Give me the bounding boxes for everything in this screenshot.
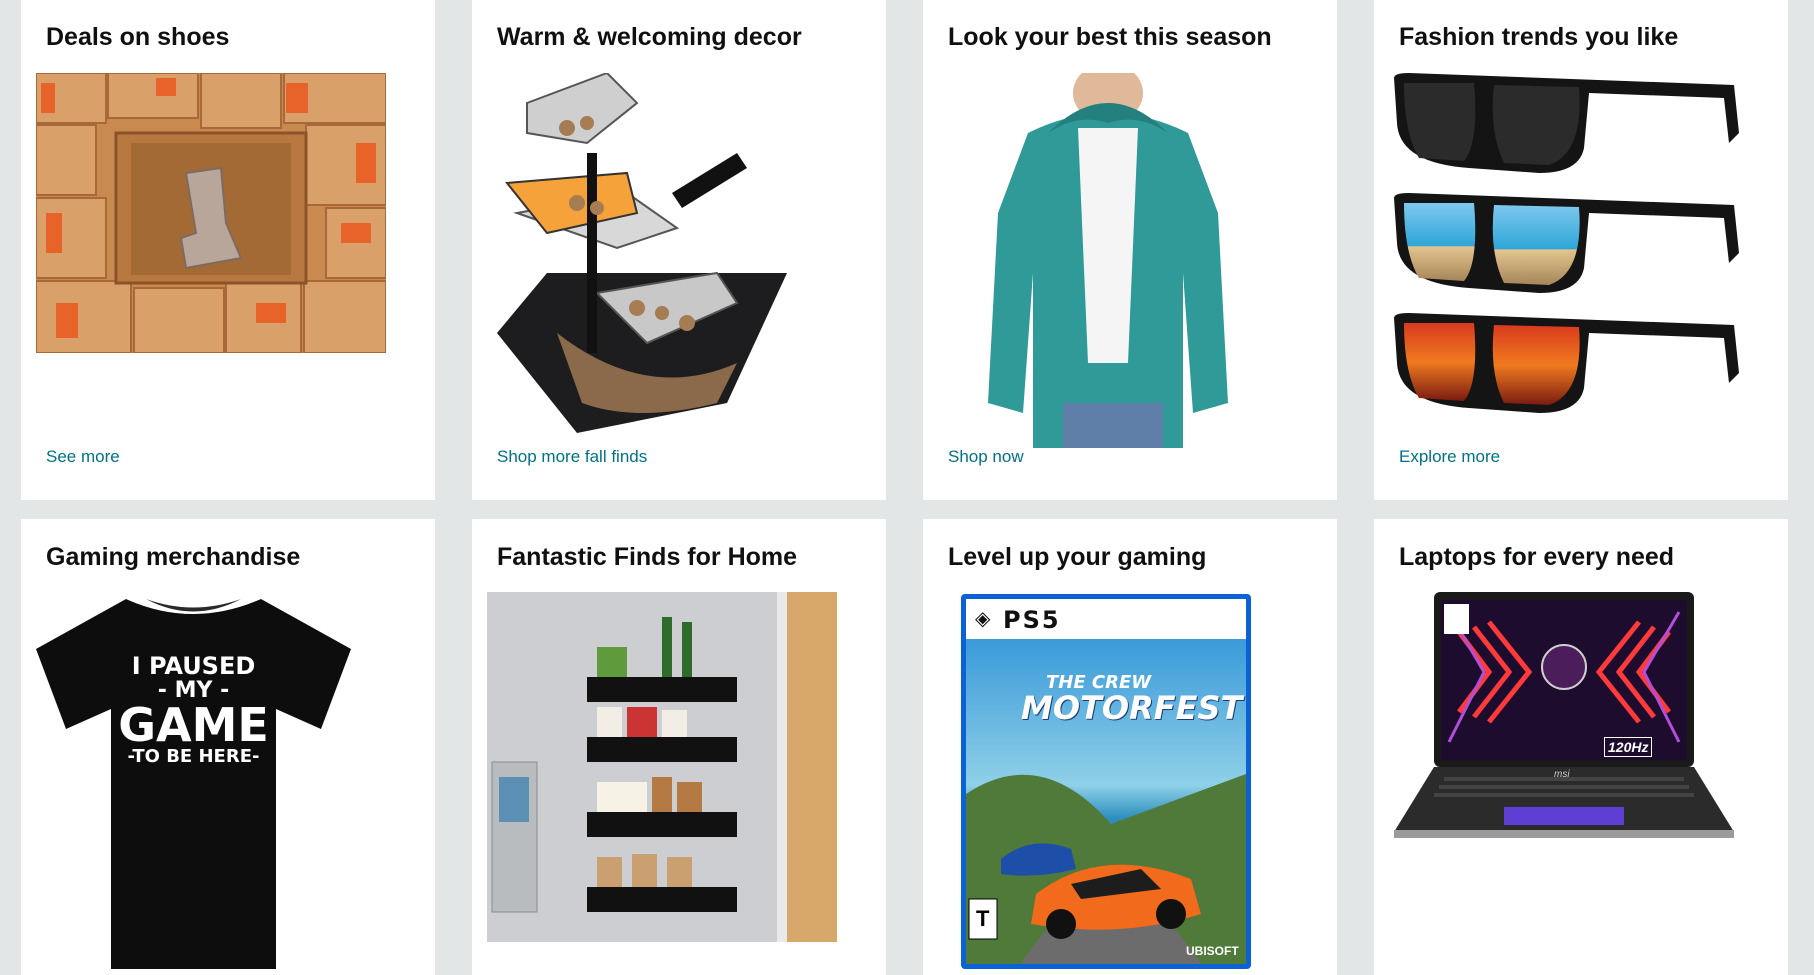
game-title-main: MOTORFEST: [1021, 689, 1243, 727]
tshirt-image[interactable]: I PAUSED - MY - GAME -TO BE HERE-: [36, 594, 351, 975]
see-more-link[interactable]: See more: [46, 447, 120, 467]
laptop-image[interactable]: 120Hz msi: [1389, 592, 1739, 842]
card-laptops[interactable]: Laptops for every need 120Hz msi: [1374, 519, 1788, 975]
card-title: Warm & welcoming decor: [497, 23, 802, 51]
sunglasses-image[interactable]: [1389, 73, 1749, 418]
card-warm-welcoming-decor[interactable]: Warm & welcoming decor Shop more fall fi…: [472, 0, 886, 500]
fridge-rack-image[interactable]: [487, 592, 837, 942]
card-title: Look your best this season: [948, 23, 1272, 51]
card-title: Gaming merchandise: [46, 543, 301, 571]
card-title: Fantastic Finds for Home: [497, 543, 798, 571]
card-level-up-gaming[interactable]: Level up your gaming PS5 ◈ THE CREW MOTO…: [923, 519, 1337, 975]
shop-now-link[interactable]: Shop now: [948, 447, 1024, 467]
hoodie-image[interactable]: [968, 73, 1248, 448]
tabletop-fountain-image[interactable]: [487, 73, 807, 448]
laptop-brand-label: msi: [1554, 769, 1570, 780]
ps5-game-image[interactable]: PS5 ◈ THE CREW MOTORFEST T UBISOFT: [961, 594, 1251, 969]
playstation-icon: ◈: [975, 608, 991, 630]
shirt-text-line1: I PAUSED: [131, 652, 256, 680]
esrb-rating: T: [976, 906, 990, 931]
card-gaming-merchandise[interactable]: Gaming merchandise I PAUSED - MY - GAME …: [21, 519, 435, 975]
card-fantastic-finds-home[interactable]: Fantastic Finds for Home: [472, 519, 886, 975]
shop-more-fall-finds-link[interactable]: Shop more fall finds: [497, 447, 647, 467]
card-title: Fashion trends you like: [1399, 23, 1679, 51]
shirt-text-line3: GAME: [118, 698, 269, 752]
ps5-platform-label: PS5: [1003, 606, 1061, 634]
explore-more-link[interactable]: Explore more: [1399, 447, 1500, 467]
card-fashion-trends[interactable]: Fashion trends you like Explore more: [1374, 0, 1788, 500]
card-title: Deals on shoes: [46, 23, 230, 51]
card-title: Laptops for every need: [1399, 543, 1675, 571]
shoe-boxes-image[interactable]: [36, 73, 386, 353]
refresh-rate-badge: 120Hz: [1604, 737, 1653, 757]
card-title: Level up your gaming: [948, 543, 1207, 571]
ubisoft-logo: UBISOFT: [1186, 944, 1239, 958]
card-deals-on-shoes[interactable]: Deals on shoes See more: [21, 0, 435, 500]
card-look-your-best[interactable]: Look your best this season Shop now: [923, 0, 1337, 500]
shirt-text-line4: -TO BE HERE-: [127, 746, 260, 767]
